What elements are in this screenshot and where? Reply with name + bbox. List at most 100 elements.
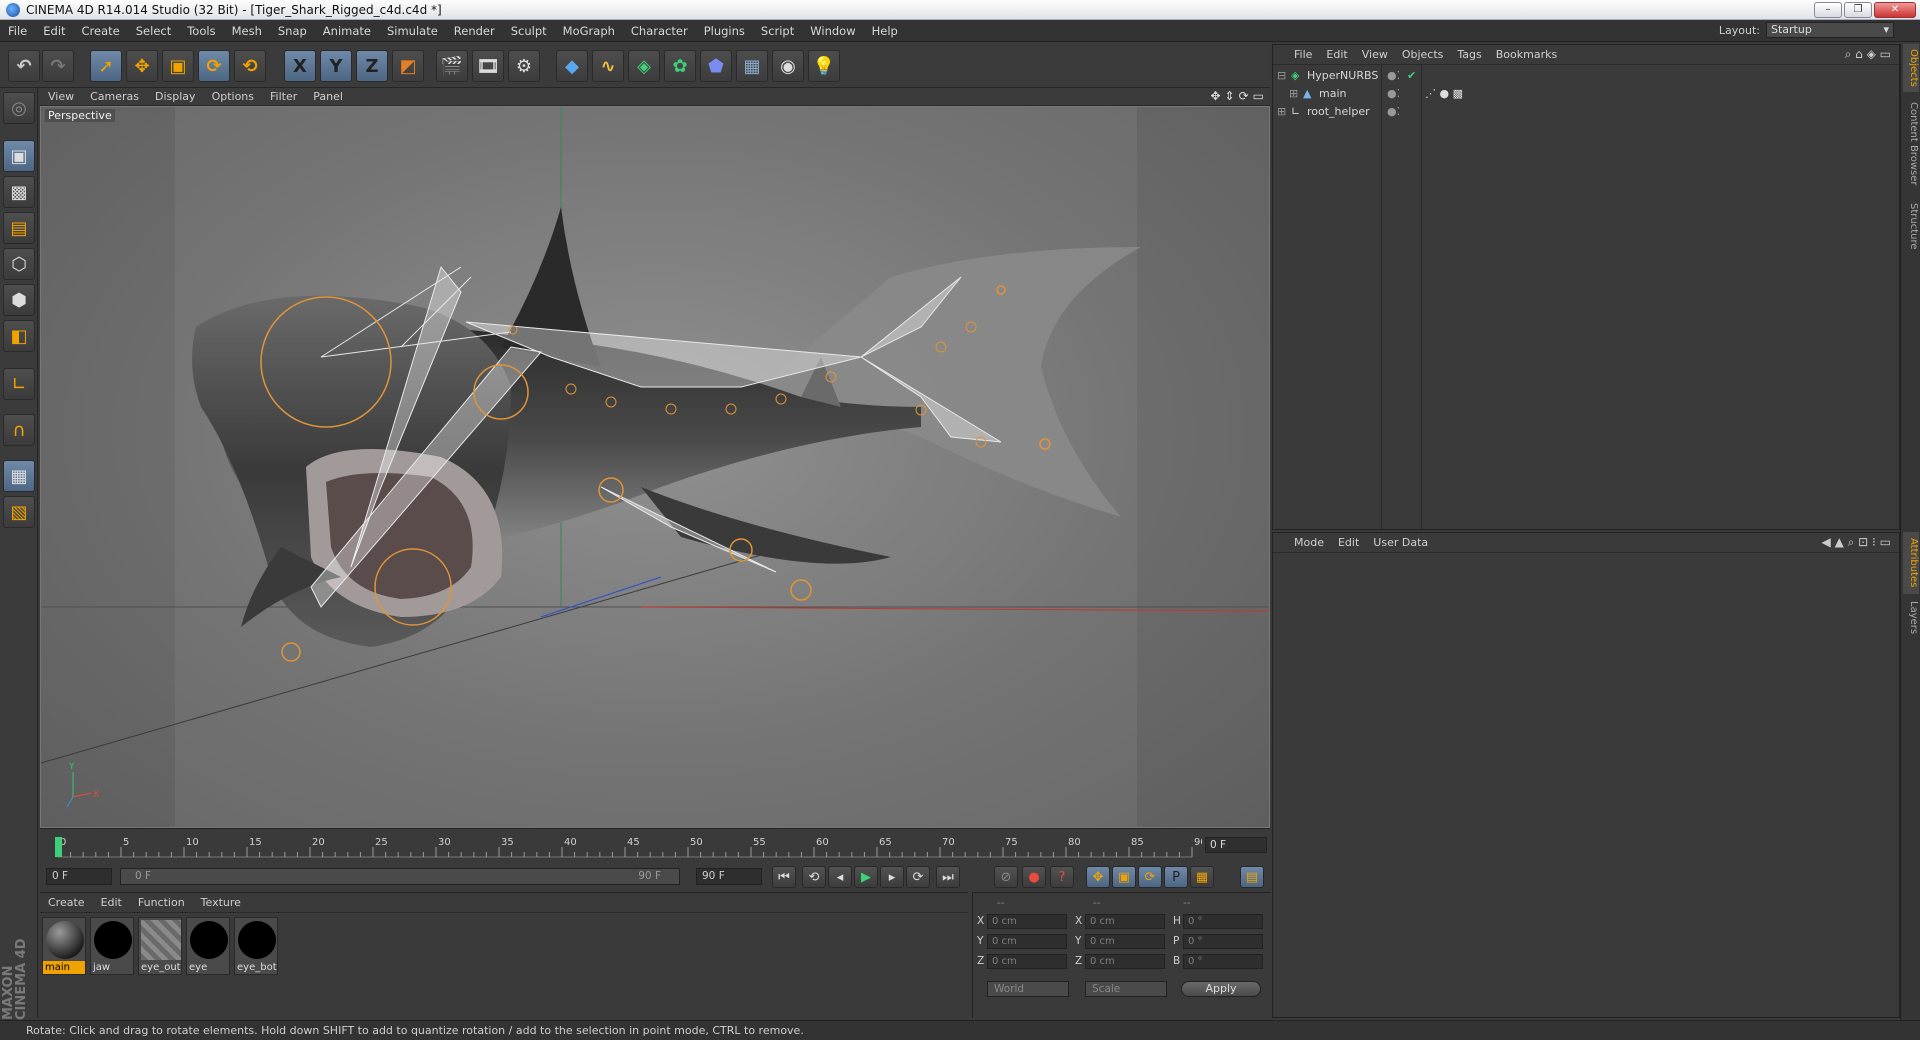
expand-icon[interactable]: ⊞ <box>1289 85 1298 102</box>
attributes-nav-icons[interactable]: ◀ ▲ ⌕ ⊡ ⁝ ▭ <box>1822 535 1891 550</box>
visibility-dots-icon[interactable]: ●⁚ <box>1387 85 1400 102</box>
objects-menu-tags[interactable]: Tags <box>1450 48 1488 61</box>
objects-menu-edit[interactable]: Edit <box>1319 48 1354 61</box>
timeline-window-icon[interactable]: ▤ <box>1240 866 1264 888</box>
object-name[interactable]: main <box>1319 85 1346 102</box>
menu-plugins[interactable]: Plugins <box>696 24 753 38</box>
maximize-button[interactable]: ❐ <box>1844 2 1872 18</box>
timeline-ruler[interactable]: 051015202530354045505560657075808590 <box>52 835 1202 859</box>
attributes-menu-user-data[interactable]: User Data <box>1366 536 1435 549</box>
objects-menu-bookmarks[interactable]: Bookmarks <box>1489 48 1564 61</box>
object-name[interactable]: root_helper <box>1307 103 1370 120</box>
tag-icons[interactable]: ⋰ ● ▩ <box>1425 85 1463 102</box>
viewport-move-icon[interactable]: ✥ <box>1210 89 1220 103</box>
y-axis-lock-icon[interactable]: Y <box>320 50 352 82</box>
coordinate-system-icon[interactable]: ◩ <box>392 50 424 82</box>
menu-animate[interactable]: Animate <box>315 24 379 38</box>
size-z-field[interactable]: 0 cm <box>1085 954 1165 969</box>
autokey-icon[interactable]: ● <box>1022 866 1046 888</box>
make-editable-icon[interactable]: ◎ <box>3 92 35 124</box>
menu-character[interactable]: Character <box>623 24 696 38</box>
menu-window[interactable]: Window <box>802 24 863 38</box>
prev-frame-icon[interactable]: ◂ <box>828 866 852 888</box>
pos-y-field[interactable]: 0 cm <box>987 934 1067 949</box>
object-row-main[interactable]: ⊞ ▲ main ●⁚ ⋰ ● ▩ <box>1273 85 1899 102</box>
goto-end-icon[interactable]: ⏭ <box>936 866 960 888</box>
menu-script[interactable]: Script <box>753 24 802 38</box>
menu-mesh[interactable]: Mesh <box>224 24 270 38</box>
render-view-icon[interactable]: 🎬 <box>436 50 468 82</box>
z-axis-lock-icon[interactable]: Z <box>356 50 388 82</box>
rot-p-field[interactable]: 0 ° <box>1183 934 1263 949</box>
enabled-check-icon[interactable]: ✔ <box>1407 67 1416 84</box>
menu-file[interactable]: File <box>0 24 35 38</box>
viewport-menu-options[interactable]: Options <box>204 90 262 103</box>
menu-help[interactable]: Help <box>864 24 906 38</box>
next-key-icon[interactable]: ⟳ <box>906 866 930 888</box>
pos-x-field[interactable]: 0 cm <box>987 914 1067 929</box>
viewport-menu-display[interactable]: Display <box>147 90 204 103</box>
render-settings-icon[interactable]: ⚙ <box>508 50 540 82</box>
shark-scene[interactable]: Y X <box>41 107 1270 828</box>
move-icon[interactable]: ✥ <box>126 50 158 82</box>
array-icon[interactable]: ✿ <box>664 50 696 82</box>
layout-select[interactable]: Startup <box>1766 22 1894 38</box>
record-keys-icon[interactable]: ⊘ <box>994 866 1018 888</box>
viewport-rotate-icon[interactable]: ⟳ <box>1239 89 1249 103</box>
menu-edit[interactable]: Edit <box>35 24 73 38</box>
viewport-menu-panel[interactable]: Panel <box>305 90 351 103</box>
objects-search-icon[interactable]: ⌕ ⌂ ◈ ▭ <box>1845 47 1891 62</box>
attributes-menu-edit[interactable]: Edit <box>1331 536 1366 549</box>
material-menu-create[interactable]: Create <box>40 896 93 909</box>
object-row-hypernurbs[interactable]: ⊟ ◈ HyperNURBS ●⁚ ✔ <box>1273 67 1899 84</box>
frame-range-slider[interactable]: 0 F 90 F <box>120 868 680 885</box>
timeline-playhead[interactable] <box>55 837 62 857</box>
tab-content-browser[interactable]: Content Browser <box>1903 96 1919 192</box>
polygons-mode-icon[interactable]: ◧ <box>3 320 35 352</box>
material-eye-bot[interactable]: eye_bot <box>234 917 278 975</box>
camera-icon[interactable]: ◉ <box>772 50 804 82</box>
visibility-dots-icon[interactable]: ●⁚ <box>1387 103 1400 120</box>
pos-z-field[interactable]: 0 cm <box>987 954 1067 969</box>
objects-menu-file[interactable]: File <box>1287 48 1319 61</box>
tab-structure[interactable]: Structure <box>1903 196 1919 256</box>
timeline[interactable]: 051015202530354045505560657075808590 0 F <box>40 828 1270 862</box>
planar-workplane-icon[interactable]: ▧ <box>3 496 35 528</box>
tab-attributes[interactable]: Attributes <box>1903 532 1919 594</box>
menu-snap[interactable]: Snap <box>270 24 315 38</box>
live-selection-icon[interactable]: ➚ <box>90 50 122 82</box>
keyframe-selection-icon[interactable]: ? <box>1050 866 1074 888</box>
points-mode-icon[interactable]: ⬡ <box>3 248 35 280</box>
key-position-icon[interactable]: ✥ <box>1086 866 1110 888</box>
size-mode-select[interactable]: Scale <box>1085 981 1167 997</box>
material-menu-function[interactable]: Function <box>130 896 193 909</box>
goto-start-icon[interactable]: ⏮ <box>772 866 796 888</box>
model-mode-icon[interactable]: ▣ <box>3 140 35 172</box>
menu-simulate[interactable]: Simulate <box>379 24 446 38</box>
texture-mode-icon[interactable]: ▩ <box>3 176 35 208</box>
recent-tool-icon[interactable]: ⟲ <box>234 50 266 82</box>
apply-button[interactable]: Apply <box>1181 981 1261 997</box>
viewport-menu-cameras[interactable]: Cameras <box>82 90 147 103</box>
menu-tools[interactable]: Tools <box>179 24 223 38</box>
deformer-icon[interactable]: ⬟ <box>700 50 732 82</box>
edges-mode-icon[interactable]: ⬢ <box>3 284 35 316</box>
key-scale-icon[interactable]: ▣ <box>1112 866 1136 888</box>
perspective-viewport[interactable]: Y X Perspective <box>40 106 1270 828</box>
tab-objects[interactable]: Objects <box>1903 44 1919 92</box>
prev-key-icon[interactable]: ⟲ <box>802 866 826 888</box>
menu-render[interactable]: Render <box>446 24 503 38</box>
material-menu-edit[interactable]: Edit <box>93 896 130 909</box>
material-eye[interactable]: eye <box>186 917 230 975</box>
rotate-icon[interactable]: ⟳ <box>198 50 230 82</box>
material-main[interactable]: main <box>42 917 86 975</box>
start-frame-field[interactable]: 0 F <box>46 868 112 885</box>
render-picture-viewer-icon[interactable]: 🎞 <box>472 50 504 82</box>
snap-magnet-icon[interactable]: ∩ <box>3 414 35 446</box>
floor-icon[interactable]: ▦ <box>736 50 768 82</box>
current-frame-field[interactable]: 0 F <box>1205 837 1267 853</box>
rot-b-field[interactable]: 0 ° <box>1183 954 1263 969</box>
object-name[interactable]: HyperNURBS <box>1307 67 1378 84</box>
minimize-button[interactable]: – <box>1814 2 1842 18</box>
viewport-camera-label[interactable]: Perspective <box>45 109 115 122</box>
